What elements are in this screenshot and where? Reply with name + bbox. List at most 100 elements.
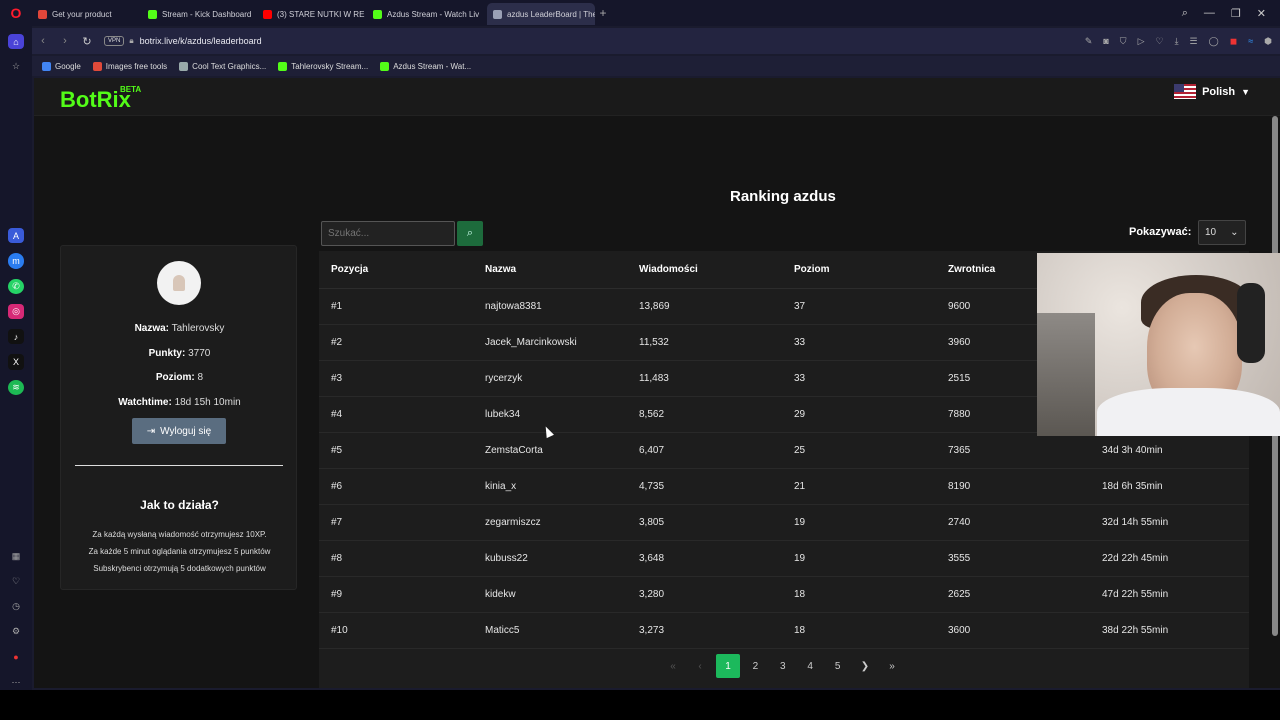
play-icon[interactable]: ▷	[1138, 36, 1145, 47]
bookmark-item[interactable]: Azdus Stream - Wat...	[380, 61, 472, 71]
page-size-select[interactable]: 10 ⌄	[1198, 220, 1246, 245]
forward-button[interactable]: ›	[54, 35, 76, 47]
bookmark-item[interactable]: Images free tools	[92, 61, 167, 71]
workspaces-icon[interactable]: ▦	[8, 548, 24, 563]
star-icon[interactable]: ☆	[8, 59, 24, 74]
search-button[interactable]: ⌕	[457, 221, 483, 246]
spotify-icon[interactable]: ≋	[8, 379, 24, 395]
page-title: Ranking azdus	[730, 188, 836, 205]
table-cell: 6,407	[639, 445, 665, 456]
edit-icon[interactable]: ✎	[1085, 36, 1093, 47]
taskbar-area	[0, 690, 1280, 720]
extension-cube-icon[interactable]: ⬢	[1264, 36, 1272, 47]
table-cell: 19	[794, 553, 806, 564]
table-cell: #1	[331, 301, 343, 312]
column-header[interactable]: Pozycja	[331, 252, 368, 288]
table-cell: 7880	[948, 409, 971, 420]
bookmark-label: Tahlerovsky Stream...	[291, 61, 369, 71]
tab-label: Azdus Stream - Watch Liv	[387, 9, 480, 19]
rule-line: Za każdą wysłaną wiadomość otrzymujesz 1…	[92, 530, 267, 539]
whatsapp-icon[interactable]: ✆	[8, 278, 24, 294]
vpn-badge[interactable]: VPN	[104, 36, 125, 46]
browser-tab[interactable]: azdus LeaderBoard | The	[487, 3, 595, 25]
next-page-icon[interactable]: ❯	[853, 654, 877, 678]
language-dropdown[interactable]: Polish ▼	[1174, 84, 1250, 99]
bookmark-item[interactable]: Google	[42, 61, 81, 71]
download-icon[interactable]: ⤓	[1175, 36, 1179, 47]
minimize-button[interactable]: —	[1204, 7, 1215, 19]
table-cell: zegarmiszcz	[485, 517, 541, 528]
page-number-button[interactable]: 3	[771, 654, 795, 678]
tab-label: Get your product	[52, 9, 112, 19]
opera-logo-icon[interactable]: O	[0, 0, 32, 26]
us-flag-icon	[1174, 84, 1197, 99]
lock-icon[interactable]: 🔒︎	[129, 36, 133, 46]
table-cell: #4	[331, 409, 343, 420]
camera-icon[interactable]: ◙	[1103, 36, 1108, 47]
browser-tab[interactable]: (3) STARE NUTKI W RE	[257, 3, 367, 25]
table-cell: 11,483	[639, 373, 669, 384]
heart-outline-icon[interactable]: ♡	[1155, 36, 1163, 47]
table-cell: 18d 6h 35min	[1102, 481, 1163, 492]
table-cell: 8190	[948, 481, 971, 492]
profile-icon[interactable]: ◯	[1209, 36, 1219, 47]
url-field[interactable]: botrix.live/k/azdus/leaderboard	[140, 36, 262, 46]
tiktok-icon[interactable]: ♪	[8, 329, 24, 345]
bookmarks-bar: Google Images free tools Cool Text Graphic…	[32, 56, 1280, 76]
heart-icon[interactable]: ♡	[8, 574, 24, 589]
bookmark-item[interactable]: Tahlerovsky Stream...	[278, 61, 369, 71]
tab-favicon-icon	[38, 9, 47, 19]
browser-tab[interactable]: Get your product	[32, 3, 142, 25]
reload-button[interactable]: ↻	[76, 35, 98, 48]
messenger-icon[interactable]: m	[8, 253, 24, 269]
home-icon[interactable]: ⌂	[8, 34, 24, 50]
table-cell: 3600	[948, 625, 971, 636]
table-cell: 33	[794, 337, 806, 348]
bookmark-favicon-icon	[179, 61, 189, 71]
page-number-button[interactable]: 1	[716, 654, 740, 678]
settings-icon[interactable]: ⚙	[8, 624, 24, 639]
search-tabs-icon[interactable]: ⌕	[1182, 7, 1188, 20]
more-icon[interactable]: ⋯	[8, 675, 24, 690]
logout-button[interactable]: ⇥ Wyloguj się	[132, 418, 226, 444]
instagram-icon[interactable]: ◎	[8, 303, 24, 320]
search-input[interactable]	[321, 221, 455, 246]
tab-favicon-icon	[373, 9, 382, 19]
tab-favicon-icon	[263, 9, 272, 19]
page-number-button[interactable]: 5	[826, 654, 850, 678]
tab-favicon-icon	[148, 9, 157, 19]
page-number-button[interactable]: 4	[798, 654, 822, 678]
column-header[interactable]: Zwrotnica	[948, 252, 995, 288]
search-icon: ⌕	[466, 227, 474, 239]
extension-red-icon[interactable]: ◼	[1230, 36, 1237, 47]
restore-button[interactable]: ❐	[1231, 7, 1241, 20]
last-page-icon[interactable]: »	[880, 654, 904, 678]
column-header[interactable]: Nazwa	[485, 252, 516, 288]
menu-icon[interactable]: ☰	[1190, 36, 1198, 47]
first-page-icon[interactable]: «	[661, 654, 685, 678]
column-header[interactable]: Wiadomości	[639, 252, 698, 288]
extension-blue-icon[interactable]: ≈	[1248, 36, 1253, 47]
prev-page-icon[interactable]: ‹	[688, 654, 712, 678]
bookmark-label: Azdus Stream - Wat...	[393, 61, 472, 71]
site-header: BotRix BETA Polish ▼	[34, 78, 1280, 116]
table-cell: #3	[331, 373, 343, 384]
table-cell: 34d 3h 40min	[1102, 445, 1163, 456]
column-header[interactable]: Poziom	[794, 252, 830, 288]
x-icon[interactable]: X	[8, 354, 24, 370]
back-button[interactable]: ‹	[32, 35, 54, 47]
bookmark-item[interactable]: Cool Text Graphics...	[179, 61, 266, 71]
table-cell: 2625	[948, 589, 971, 600]
table-cell: #6	[331, 481, 343, 492]
ublock-icon[interactable]: ●	[8, 650, 24, 665]
browser-tab[interactable]: Azdus Stream - Watch Liv	[367, 3, 487, 25]
new-tab-button[interactable]: +	[595, 6, 611, 20]
history-icon[interactable]: ◷	[8, 599, 24, 614]
browser-tab[interactable]: Stream - Kick Dashboard	[142, 3, 257, 25]
shield-icon[interactable]: ⛉	[1120, 36, 1127, 47]
webcam-overlay	[1037, 253, 1280, 436]
address-bar: ‹ › ↻ VPN 🔒︎ botrix.live/k/azdus/leaderb…	[32, 28, 1280, 54]
close-window-button[interactable]: ✕	[1257, 7, 1266, 20]
aria-icon[interactable]: A	[8, 228, 24, 244]
page-number-button[interactable]: 2	[743, 654, 767, 678]
